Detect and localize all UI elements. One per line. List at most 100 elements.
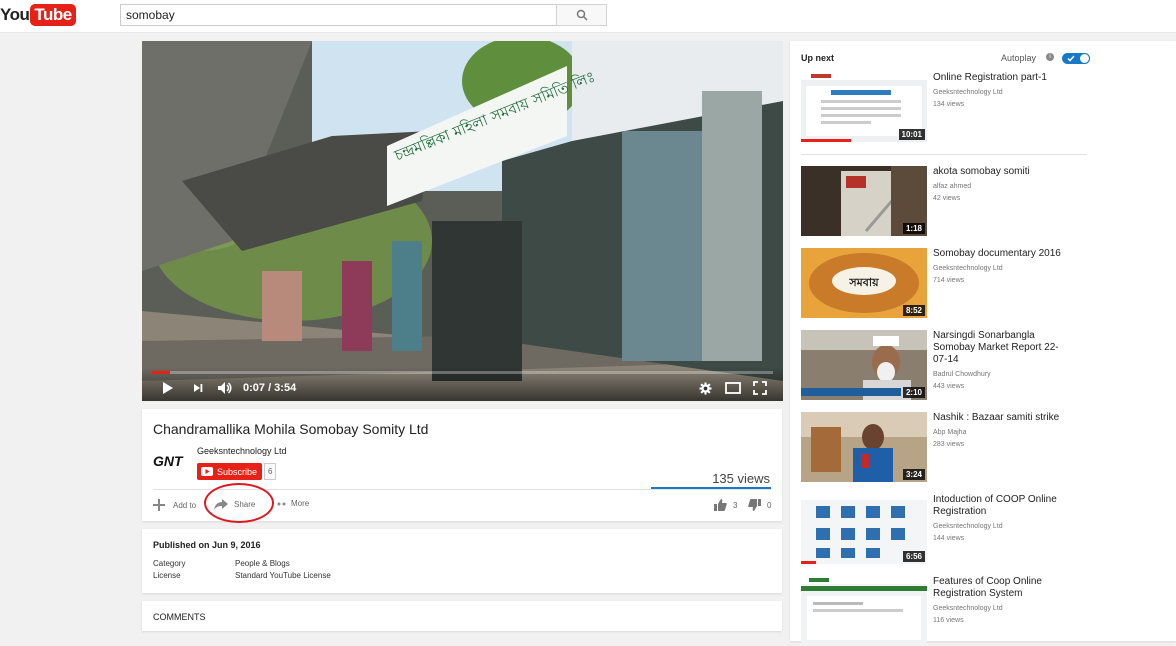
dislike-button[interactable]: 0 [748, 499, 771, 511]
video-title: Chandramallika Mohila Somobay Somity Ltd [153, 421, 429, 437]
related-video[interactable]: Features of Coop Online Registration Sys… [801, 576, 1091, 646]
video-channel: Geeksntechnology Ltd [933, 523, 1003, 530]
add-to-button[interactable]: Add to [153, 499, 196, 511]
thumbnail-text: সমবায় [848, 276, 879, 289]
play-icon [163, 382, 173, 394]
divider [801, 154, 1087, 155]
like-button[interactable]: 3 [714, 499, 737, 511]
search-icon [576, 9, 588, 21]
video-channel: Geeksntechnology Ltd [933, 265, 1003, 272]
subscribe-button[interactable]: Subscribe [197, 463, 263, 480]
related-video[interactable]: 10:01 Online Registration part-1 Geeksnte… [801, 72, 1091, 142]
masthead: You Tube somobay [0, 0, 1176, 33]
channel-avatar[interactable]: GNT [153, 453, 189, 473]
youtube-logo[interactable]: You Tube [0, 3, 76, 27]
watched-progress [801, 561, 816, 564]
toggle-knob [1079, 53, 1090, 64]
video-duration: 6:56 [902, 551, 925, 562]
video-thumbnail[interactable]: 6:56 [801, 494, 927, 564]
dislike-count: 0 [767, 500, 772, 510]
video-channel: alfaz ahmed [933, 183, 972, 190]
theater-mode-icon [725, 382, 741, 394]
video-thumbnail[interactable]: 2:10 [801, 330, 927, 400]
fullscreen-button[interactable] [751, 379, 769, 397]
subscriber-count: 6 [264, 463, 277, 480]
youtube-play-icon [201, 467, 213, 476]
fullscreen-icon [753, 381, 767, 395]
checkmark-icon [1067, 55, 1075, 62]
related-video[interactable]: 6:56 Intoduction of COOP Online Registra… [801, 494, 1091, 564]
views-bar [651, 487, 771, 489]
progress-bar[interactable] [152, 371, 773, 374]
info-icon[interactable]: i [1046, 53, 1054, 61]
video-views: 134 views [933, 101, 965, 108]
video-views: 443 views [933, 383, 965, 390]
comments-header: COMMENTS [153, 612, 206, 622]
related-video-title[interactable]: akota somobay somiti alfaz ahmed 42 views [933, 166, 1073, 205]
related-video[interactable]: 3:24 Nashik : Bazaar samiti strike Abp Ma… [801, 412, 1091, 482]
like-count: 3 [733, 500, 738, 510]
video-thumbnail[interactable]: 3:24 [801, 412, 927, 482]
video-duration: 1:18 [902, 223, 925, 234]
autoplay-toggle[interactable] [1062, 53, 1090, 64]
related-video-title[interactable]: Features of Coop Online Registration Sys… [933, 576, 1073, 627]
logo-you-text: You [0, 5, 30, 24]
video-duration: 10:01 [898, 129, 925, 140]
video-duration: 3:24 [902, 469, 925, 480]
video-title-text: Somobay documentary 2016 [933, 248, 1061, 259]
volume-button[interactable] [216, 379, 234, 397]
skip-next-icon [194, 384, 203, 392]
video-frame: চন্দ্রমল্লিকা মহিলা সমবায় সমিতি লিঃ [142, 41, 783, 401]
search-button[interactable] [556, 4, 607, 26]
view-count: 135 views [712, 471, 770, 486]
video-title-text: akota somobay somiti [933, 166, 1030, 177]
video-views: 116 views [933, 617, 964, 624]
logo-tube-text: Tube [30, 4, 76, 26]
settings-button[interactable] [697, 379, 713, 397]
video-channel: Badrul Chowdhury [933, 371, 991, 378]
subscribe-label: Subscribe [217, 466, 258, 477]
related-sidebar: Up next Autoplay i 10:01 Online Registra… [790, 41, 1176, 646]
thumbs-up-icon [714, 499, 727, 511]
channel-name[interactable]: Geeksntechnology Ltd [197, 446, 287, 456]
time-display: 0:07 / 3:54 [243, 382, 297, 394]
related-video-title[interactable]: Intoduction of COOP Online Registration G… [933, 494, 1073, 545]
progress-played [152, 371, 170, 374]
related-video-title[interactable]: Narsingdi Sonarbangla Somobay Market Rep… [933, 330, 1073, 393]
thumbnail-image [801, 576, 927, 646]
video-title-text: Features of Coop Online Registration Sys… [933, 576, 1042, 599]
related-video-title[interactable]: Nashik : Bazaar samiti strike Abp Majha 28… [933, 412, 1073, 451]
gear-icon [698, 381, 712, 395]
play-button[interactable] [160, 379, 176, 397]
plus-icon [153, 499, 165, 511]
video-player[interactable]: চন্দ্রমল্লিকা মহিলা সমবায় সমিতি লিঃ 0:0… [142, 41, 783, 401]
video-channel: Geeksntechnology Ltd [933, 605, 1003, 612]
video-channel: Abp Majha [933, 429, 967, 436]
next-button[interactable] [190, 379, 206, 397]
video-title-text: Narsingdi Sonarbangla Somobay Market Rep… [933, 330, 1059, 365]
video-thumbnail[interactable]: 1:18 [801, 166, 927, 236]
license-value: Standard YouTube License [235, 571, 331, 580]
related-video-title[interactable]: Somobay documentary 2016 Geeksntechnology… [933, 248, 1073, 287]
comments-card: COMMENTS [142, 601, 782, 631]
video-title-text: Nashik : Bazaar samiti strike [933, 412, 1060, 423]
related-video[interactable]: 1:18 akota somobay somiti alfaz ahmed 42 v… [801, 166, 1091, 236]
video-thumbnail[interactable]: সমবায় 8:52 [801, 248, 927, 318]
more-label: More [291, 499, 310, 508]
license-label: License [153, 571, 181, 580]
video-thumbnail[interactable]: 10:01 [801, 72, 927, 142]
search-input[interactable]: somobay [120, 4, 557, 26]
published-date: Published on Jun 9, 2016 [153, 540, 261, 550]
related-video[interactable]: 2:10 Narsingdi Sonarbangla Somobay Marke… [801, 330, 1091, 400]
related-video[interactable]: সমবায় 8:52 Somobay documentary 2016 Geek… [801, 248, 1091, 318]
description-card: Published on Jun 9, 2016 Category People… [142, 529, 782, 593]
related-video-title[interactable]: Online Registration part-1 Geeksntechnolo… [933, 72, 1073, 111]
theater-mode-button[interactable] [724, 379, 742, 397]
category-value[interactable]: People & Blogs [235, 559, 290, 568]
video-thumbnail[interactable] [801, 576, 927, 646]
more-button[interactable]: More [277, 499, 309, 508]
video-views: 714 views [933, 277, 965, 284]
watched-progress [801, 139, 851, 142]
video-views: 144 views [933, 535, 965, 542]
more-dots-icon [277, 502, 286, 505]
